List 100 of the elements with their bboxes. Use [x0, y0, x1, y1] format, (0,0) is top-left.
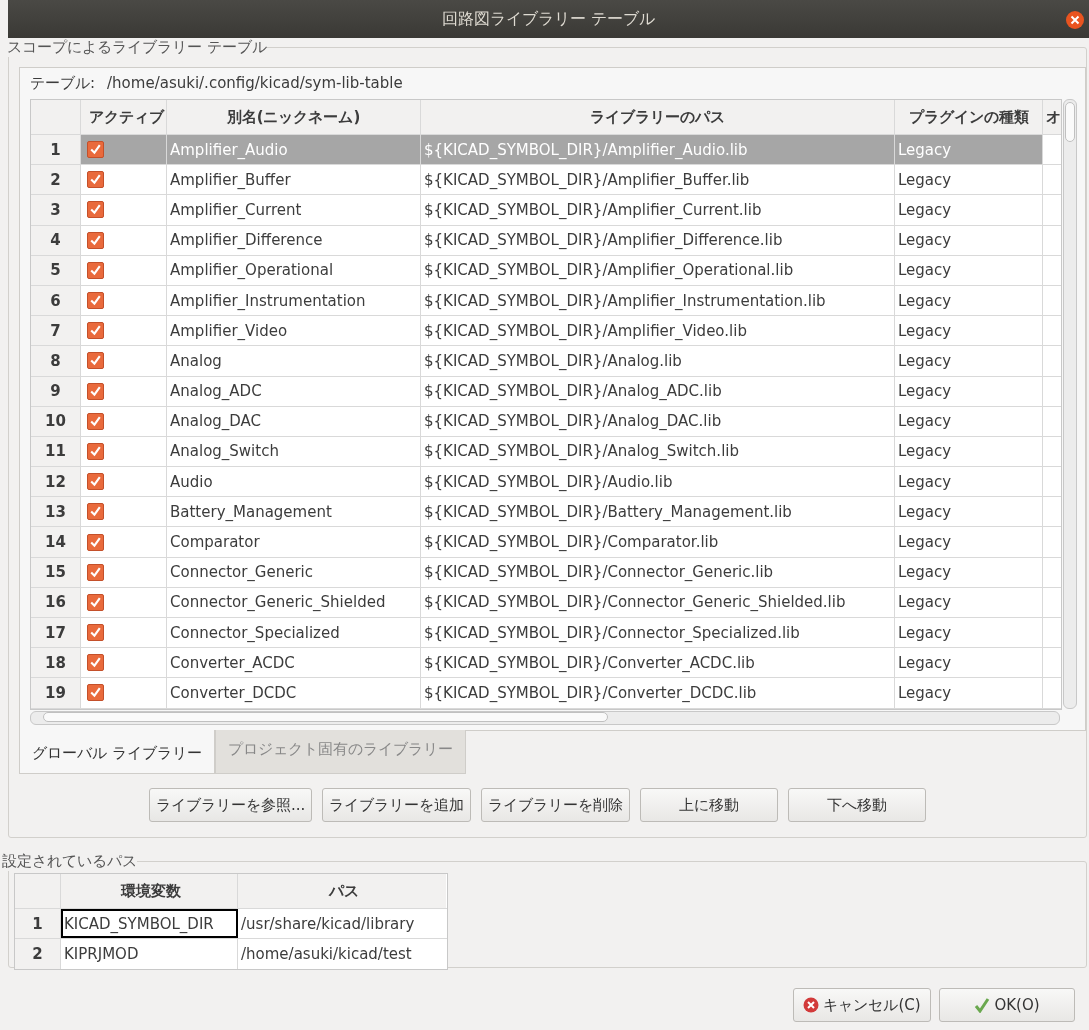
checkbox[interactable]: [87, 563, 104, 581]
table-cell: Legacy: [895, 316, 1043, 346]
table-cell: Legacy: [895, 285, 1043, 316]
row-number: 4: [31, 225, 81, 255]
checkbox[interactable]: [87, 442, 104, 460]
table-cell: Connector_Generic_Shielded: [167, 587, 421, 617]
table-cell: Amplifier_Instrumentation: [167, 285, 421, 316]
action-button[interactable]: 上に移動: [640, 788, 779, 822]
table-cell: ${KICAD_SYMBOL_DIR}/Amplifier_Instrumentation.lib: [421, 285, 895, 316]
table-cell: Analog: [167, 346, 421, 376]
checkbox[interactable]: [87, 503, 104, 521]
table-cell: Legacy: [895, 406, 1043, 436]
action-button[interactable]: 下へ移動: [788, 788, 927, 822]
close-icon[interactable]: [1065, 10, 1085, 30]
table-cell: Legacy: [895, 648, 1043, 678]
table-cell: Amplifier_Audio: [167, 135, 421, 165]
checkbox[interactable]: [87, 292, 104, 310]
table-cell: KICAD_SYMBOL_DIR: [61, 909, 238, 938]
table-cell: ${KICAD_SYMBOL_DIR}/Amplifier_Operational.lib: [421, 255, 895, 285]
checkbox[interactable]: [87, 533, 104, 551]
table-cell: Amplifier_Operational: [167, 255, 421, 285]
row-number: 16: [31, 587, 81, 617]
table-cell: Legacy: [895, 135, 1043, 165]
checkbox[interactable]: [87, 352, 104, 370]
table-cell: Legacy: [895, 587, 1043, 617]
row-number: 8: [31, 346, 81, 376]
checkbox[interactable]: [87, 684, 104, 702]
table-cell: ${KICAD_SYMBOL_DIR}/Amplifier_Buffer.lib: [421, 165, 895, 195]
table-cell: Legacy: [895, 527, 1043, 557]
close-icon: [803, 997, 820, 1013]
table-cell: ${KICAD_SYMBOL_DIR}/Audio.lib: [421, 467, 895, 497]
tab[interactable]: グローバル ライブラリー: [19, 730, 215, 774]
checkbox[interactable]: [87, 141, 104, 159]
group-title: スコープによるライブラリー テーブル: [7, 38, 267, 57]
table-cell: Legacy: [895, 165, 1043, 195]
row-number: 7: [31, 316, 81, 346]
table-cell: ${KICAD_SYMBOL_DIR}/Battery_Management.lib: [421, 497, 895, 527]
row-number: 9: [31, 376, 81, 406]
checkbox[interactable]: [87, 231, 104, 249]
table-cell: Audio: [167, 467, 421, 497]
table-cell-text: /home/asuki/kicad/test: [240, 944, 413, 965]
checkbox[interactable]: [87, 593, 104, 611]
horizontal-scrollbar[interactable]: [30, 710, 1060, 725]
table-cell: ${KICAD_SYMBOL_DIR}/Amplifier_Current.lib: [421, 195, 895, 225]
table-cell: Legacy: [895, 225, 1043, 255]
row-number: 13: [31, 497, 81, 527]
table-cell: KIPRJMOD: [61, 939, 238, 969]
checkbox[interactable]: [87, 654, 104, 672]
action-button[interactable]: ライブラリーを参照...: [149, 788, 313, 822]
table-cell: ${KICAD_SYMBOL_DIR}/Analog_Switch.lib: [421, 436, 895, 467]
checkbox[interactable]: [87, 473, 104, 491]
table-cell: Legacy: [895, 346, 1043, 376]
table-cell: Comparator: [167, 527, 421, 557]
table-cell: Analog_ADC: [167, 376, 421, 406]
checkbox[interactable]: [87, 261, 104, 279]
row-number: 10: [31, 406, 81, 436]
row-number: 18: [31, 648, 81, 678]
table-cell: Amplifier_Current: [167, 195, 421, 225]
row-number: 5: [31, 255, 81, 285]
row-number: 11: [31, 436, 81, 467]
ok-button[interactable]: OK(O): [939, 988, 1075, 1022]
vertical-scrollbar[interactable]: [1063, 99, 1077, 709]
table-cell: Converter_DCDC: [167, 678, 421, 708]
checkbox[interactable]: [87, 624, 104, 642]
row-number: 2: [31, 165, 81, 195]
table-cell-text: /usr/share/kicad/library: [240, 913, 416, 935]
checkbox[interactable]: [87, 322, 104, 340]
table-cell: Legacy: [895, 376, 1043, 406]
checkbox[interactable]: [87, 382, 104, 400]
table-cell: ${KICAD_SYMBOL_DIR}/Analog.lib: [421, 346, 895, 376]
table-cell: ${KICAD_SYMBOL_DIR}/Converter_ACDC.lib: [421, 648, 895, 678]
table-cell: Legacy: [895, 255, 1043, 285]
table-cell: Battery_Management: [167, 497, 421, 527]
checkbox[interactable]: [87, 171, 104, 189]
action-button[interactable]: ライブラリーを削除: [481, 788, 631, 822]
table-path: /home/asuki/.config/kicad/sym-lib-table: [107, 74, 403, 93]
table-cell: ${KICAD_SYMBOL_DIR}/Analog_DAC.lib: [421, 406, 895, 436]
row-number: 19: [31, 678, 81, 708]
table-cell: Converter_ACDC: [167, 648, 421, 678]
cancel-button[interactable]: キャンセル(C): [793, 988, 931, 1022]
table-cell: ${KICAD_SYMBOL_DIR}/Amplifier_Difference.lib: [421, 225, 895, 255]
table-cell: Analog_DAC: [167, 406, 421, 436]
checkbox[interactable]: [87, 412, 104, 430]
table-cell: ${KICAD_SYMBOL_DIR}/Connector_Specialized.lib: [421, 618, 895, 648]
table-cell: ${KICAD_SYMBOL_DIR}/Amplifier_Video.lib: [421, 316, 895, 346]
table-cell: Legacy: [895, 195, 1043, 225]
action-button[interactable]: ライブラリーを追加: [322, 788, 472, 822]
table-cell: ${KICAD_SYMBOL_DIR}/Connector_Generic.lib: [421, 557, 895, 587]
table-cell: ${KICAD_SYMBOL_DIR}/Connector_Generic_Shielded.lib: [421, 587, 895, 617]
table-cell: Amplifier_Difference: [167, 225, 421, 255]
row-number: 12: [31, 467, 81, 497]
column-header[interactable]: パス: [238, 874, 446, 908]
checkbox[interactable]: [87, 201, 104, 219]
column-header[interactable]: 環境変数: [61, 874, 238, 908]
row-number: 1: [31, 135, 81, 165]
checkmark-icon: [974, 997, 991, 1013]
table-cell: ${KICAD_SYMBOL_DIR}/Amplifier_Audio.lib: [421, 135, 895, 165]
table-cell: Amplifier_Buffer: [167, 165, 421, 195]
table-cell: Connector_Specialized: [167, 618, 421, 648]
row-number: 6: [31, 285, 81, 316]
